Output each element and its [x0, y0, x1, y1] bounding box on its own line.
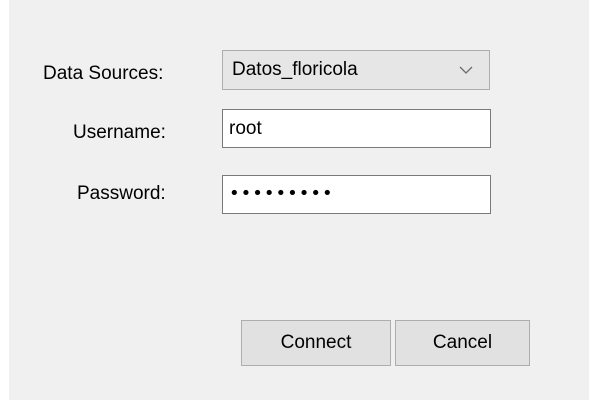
- password-label: Password:: [77, 183, 166, 204]
- data-sources-label: Data Sources:: [43, 63, 164, 84]
- connect-button[interactable]: Connect: [241, 320, 391, 366]
- password-masked-value: •••••••••: [229, 183, 334, 204]
- username-label: Username:: [73, 122, 166, 143]
- connection-dialog: Data Sources: Datos_floricola Username: …: [9, 0, 589, 400]
- data-sources-selected-value: Datos_floricola: [232, 59, 358, 80]
- data-sources-dropdown[interactable]: Datos_floricola: [222, 50, 490, 90]
- cancel-button[interactable]: Cancel: [395, 320, 530, 366]
- password-field[interactable]: •••••••••: [222, 175, 491, 214]
- chevron-down-icon: [459, 66, 473, 74]
- username-value: root: [229, 118, 262, 139]
- username-field[interactable]: root: [222, 109, 491, 148]
